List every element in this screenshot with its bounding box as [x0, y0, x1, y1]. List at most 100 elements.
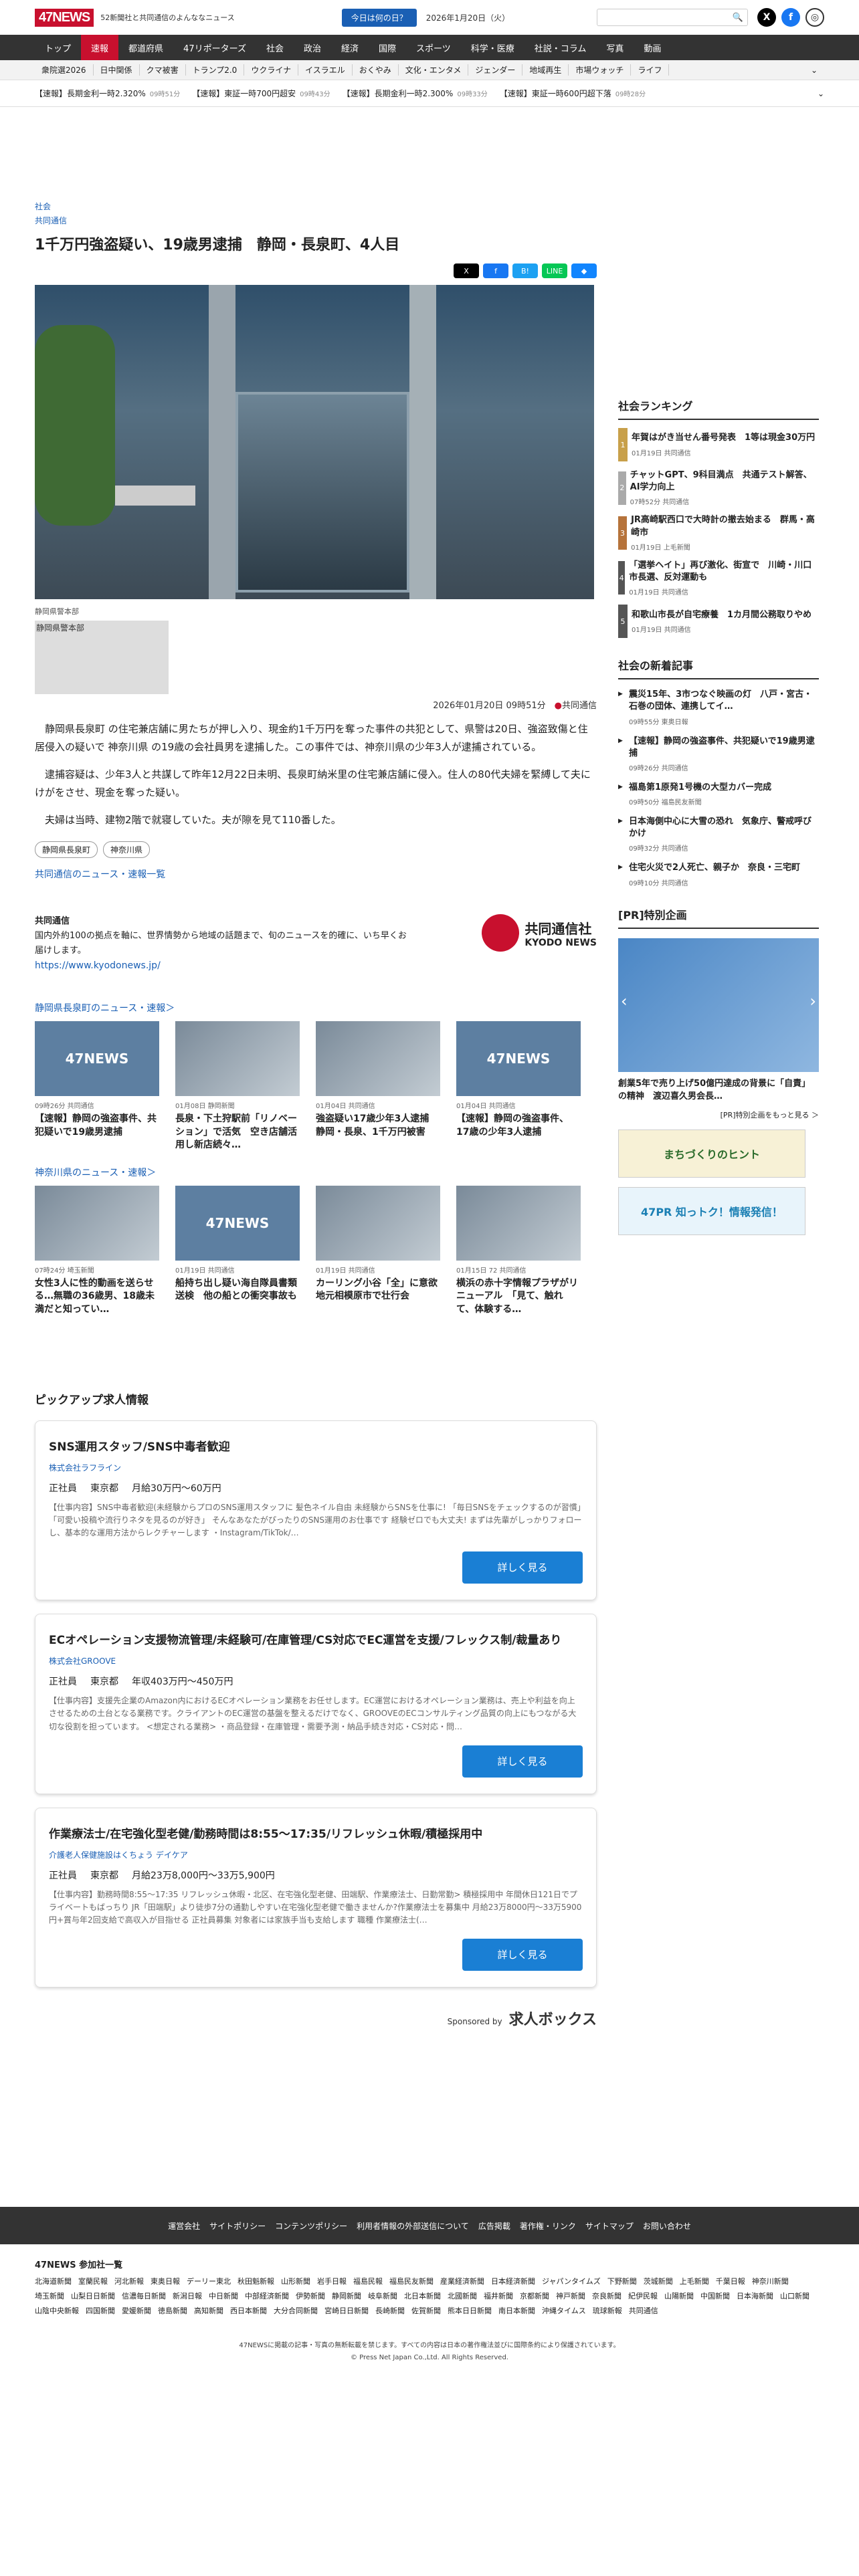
nav-item[interactable]: 経済 — [331, 35, 369, 60]
ranking-item[interactable]: 4 「選挙ヘイト」再び激化、街宣で 川崎・川口市長選、反対運動も 01月19日 共同… — [618, 560, 819, 597]
member-link[interactable]: 神戸新聞 — [556, 2290, 585, 2301]
member-link[interactable]: 中日新聞 — [209, 2290, 238, 2301]
member-link[interactable]: 北日本新聞 — [404, 2290, 441, 2301]
search-icon[interactable]: 🔍 — [733, 13, 743, 23]
site-logo[interactable]: 47NEWS — [35, 8, 94, 27]
news-card[interactable]: 47NEWS 01月04日 共同通信 【速報】静岡の強盗事件、17歳の少年3人逮捕 — [456, 1021, 581, 1152]
new-article-item[interactable]: 住宅火災で2人死亡、親子か 奈良・三宅町09時10分 共同通信 — [618, 862, 819, 887]
news-card[interactable]: 01月04日 共同通信 強盗疑い17歳少年3人逮捕 静岡・長泉、1千万円被害 — [316, 1021, 440, 1152]
topic-item[interactable]: 市場ウォッチ — [569, 64, 632, 76]
topic-item[interactable]: ライフ — [631, 64, 670, 76]
footer-link[interactable]: 著作権・リンク — [520, 2220, 576, 2232]
footer-link[interactable]: サイトマップ — [585, 2220, 634, 2232]
new-article-item[interactable]: 日本海側中心に大雪の恐れ 気象庁、警戒呼びかけ09時32分 共同通信 — [618, 816, 819, 853]
new-article-item[interactable]: 福島第1原発1号機の大型カバー完成09時50分 福島民友新聞 — [618, 782, 819, 807]
member-link[interactable]: 宮崎日日新聞 — [324, 2305, 369, 2316]
nav-item[interactable]: 科学・医療 — [461, 35, 524, 60]
member-link[interactable]: 室蘭民報 — [78, 2276, 108, 2286]
member-link[interactable]: 河北新報 — [114, 2276, 144, 2286]
footer-link[interactable]: 広告掲載 — [478, 2220, 510, 2232]
nav-item[interactable]: スポーツ — [406, 35, 461, 60]
topic-item[interactable]: 衆院選2026 — [35, 64, 94, 76]
member-link[interactable]: 東奥日報 — [151, 2276, 180, 2286]
today-button[interactable]: 今日は何の日？ — [341, 8, 417, 27]
nav-item[interactable]: 国際 — [369, 35, 406, 60]
tag[interactable]: 神奈川県 — [103, 841, 151, 858]
nav-item[interactable]: 社会 — [256, 35, 294, 60]
job-company[interactable]: 介護老人保健施設はくちょう デイケア — [49, 1849, 583, 1860]
member-link[interactable]: 高知新聞 — [194, 2305, 223, 2316]
member-link[interactable]: デーリー東北 — [187, 2276, 231, 2286]
news-card[interactable]: 01月08日 静岡新聞 長泉・下土狩駅前「リノベーション」で活気 空き店舗活用し新… — [175, 1021, 300, 1152]
member-link[interactable]: 大分合同新聞 — [274, 2305, 318, 2316]
member-link[interactable]: 京都新聞 — [520, 2290, 549, 2301]
member-link[interactable]: 福島民友新聞 — [389, 2276, 434, 2286]
nav-item[interactable]: 47リポーターズ — [173, 35, 256, 60]
nav-item[interactable]: 都道府県 — [118, 35, 173, 60]
news-card[interactable]: 47NEWS 09時26分 共同通信 【速報】静岡の強盗事件、共犯疑いで19歳男逮捕 — [35, 1021, 159, 1152]
member-link[interactable]: 徳島新聞 — [158, 2305, 187, 2316]
news-card[interactable]: 47NEWS 01月19日 共同通信 船持ち出し疑い海自隊員書類送検 他の船との衝突… — [175, 1185, 300, 1317]
member-link[interactable]: 北國新聞 — [448, 2290, 477, 2301]
job-company[interactable]: 株式会社GROOVE — [49, 1655, 583, 1667]
member-link[interactable]: 日本海新聞 — [737, 2290, 773, 2301]
section-title[interactable]: 神奈川県のニュース・速報＞ — [35, 1166, 597, 1179]
member-link[interactable]: 山梨日日新聞 — [71, 2290, 115, 2301]
topic-item[interactable]: トランプ2.0 — [186, 64, 245, 76]
tag[interactable]: 静岡県長泉町 — [35, 841, 98, 858]
section-title[interactable]: 静岡県長泉町のニュース・速報＞ — [35, 1001, 597, 1014]
ticker-item[interactable]: 【速報】長期金利一時2.320% 09時51分 — [35, 88, 180, 99]
ticker-item[interactable]: 【速報】東証一時600円超下落 09時28分 — [500, 88, 646, 99]
nav-item[interactable]: 政治 — [294, 35, 331, 60]
footer-link[interactable]: 運営会社 — [168, 2220, 200, 2232]
topic-item[interactable]: ウクライナ — [244, 64, 299, 76]
member-link[interactable]: 山口新聞 — [780, 2290, 809, 2301]
member-link[interactable]: 埼玉新聞 — [35, 2290, 64, 2301]
nav-item[interactable]: 動画 — [634, 35, 671, 60]
member-link[interactable]: 茨城新聞 — [644, 2276, 673, 2286]
member-link[interactable]: 新潟日報 — [173, 2290, 202, 2301]
news-card[interactable]: 07時24分 埼玉新聞 女性3人に性的動画を送らせる…無職の36歳男、18歳未満だ… — [35, 1185, 159, 1317]
chevron-left-icon[interactable]: ‹ — [621, 992, 628, 1010]
ranking-item[interactable]: 5 和歌山市長が自宅療養 1カ月間公務取りやめ 01月19日 共同通信 — [618, 605, 819, 639]
member-link[interactable]: 長崎新聞 — [375, 2305, 405, 2316]
facebook-icon[interactable]: f — [781, 8, 800, 27]
pr-more-link[interactable]: [PR]特別企画をもっと見る ＞ — [618, 1109, 819, 1120]
ticker-item[interactable]: 【速報】長期金利一時2.300% 09時33分 — [343, 88, 488, 99]
member-link[interactable]: 愛媛新聞 — [122, 2305, 151, 2316]
member-link[interactable]: 沖縄タイムス — [542, 2305, 586, 2316]
ranking-item[interactable]: 3 JR高崎駅西口で大時計の撤去始まる 群馬・高崎市 01月19日 上毛新聞 — [618, 514, 819, 552]
more-news-link[interactable]: 共同通信のニュース・速報一覧 — [35, 867, 597, 881]
pr-carousel[interactable]: ‹ › — [618, 938, 819, 1072]
news-card[interactable]: 01月15日 72 共同通信 横浜の赤十字情報プラザがリニューアル 「見て、触れて… — [456, 1185, 581, 1317]
globe-icon[interactable]: ◎ — [805, 8, 824, 27]
member-link[interactable]: 秋田魁新報 — [237, 2276, 274, 2286]
ranking-item[interactable]: 2 チャットGPT、9科目満点 共通テスト解答、AI学力向上 07時52分 共同通信 — [618, 469, 819, 506]
member-link[interactable]: 岩手日報 — [317, 2276, 347, 2286]
nav-item[interactable]: 写真 — [596, 35, 634, 60]
footer-link[interactable]: 利用者情報の外部送信について — [357, 2220, 469, 2232]
sponsor[interactable]: Sponsored by 求人ボックス — [35, 2008, 597, 2029]
topic-item[interactable]: クマ被害 — [140, 64, 186, 76]
member-link[interactable]: 山陽新聞 — [664, 2290, 694, 2301]
member-link[interactable]: 岐阜新聞 — [368, 2290, 397, 2301]
member-link[interactable]: 西日本新聞 — [230, 2305, 267, 2316]
topic-item[interactable]: ジェンダー — [468, 64, 523, 76]
new-article-item[interactable]: 【速報】静岡の強盗事件、共犯疑いで19歳男逮捕09時26分 共同通信 — [618, 736, 819, 772]
job-detail-button[interactable]: 詳しく見る — [462, 1551, 583, 1584]
ad-banner[interactable]: 47PR 知っトク！情報発信！ — [618, 1186, 805, 1235]
member-link[interactable]: 南日本新聞 — [498, 2305, 535, 2316]
ranking-item[interactable]: 1 年賀はがき当せん番号発表 1等は現金30万円 01月19日 共同通信 — [618, 428, 819, 461]
member-link[interactable]: 上毛新聞 — [680, 2276, 709, 2286]
member-link[interactable]: 佐賀新聞 — [411, 2305, 441, 2316]
news-card[interactable]: 01月19日 共同通信 カーリング小谷「全」に意欲 地元相模原市で壮行会 — [316, 1185, 447, 1317]
x-share-icon[interactable]: X — [454, 263, 479, 278]
pr-headline[interactable]: 創業5年で売り上げ50億円達成の背景に「自責」の精神 渡辺喜久男会長… — [618, 1076, 819, 1101]
member-link[interactable]: 日本経済新聞 — [491, 2276, 535, 2286]
member-link[interactable]: 福島民報 — [353, 2276, 383, 2286]
ad-banner[interactable]: まちづくりのヒント — [618, 1129, 805, 1178]
ticker-item[interactable]: 【速報】東証一時700円超安 09時43分 — [192, 88, 330, 99]
member-link[interactable]: 四国新聞 — [86, 2305, 115, 2316]
member-link[interactable]: 静岡新聞 — [332, 2290, 361, 2301]
topic-item[interactable]: 文化・エンタメ — [399, 64, 469, 76]
